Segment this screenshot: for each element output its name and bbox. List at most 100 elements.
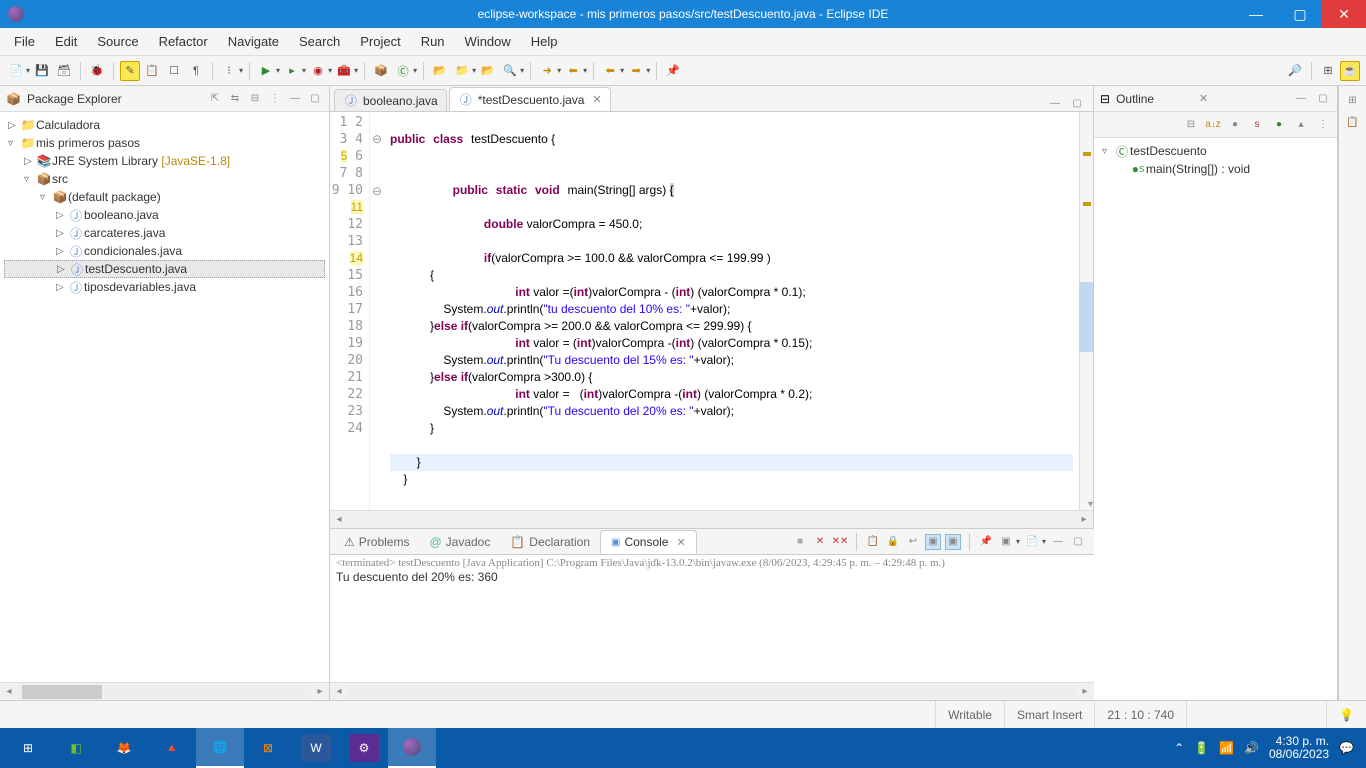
dropdown-icon[interactable]: ▾ bbox=[413, 66, 417, 75]
hide-nonpublic-button[interactable]: ● bbox=[1271, 117, 1287, 133]
tray-volume-icon[interactable]: 🔊 bbox=[1244, 741, 1259, 755]
taskbar-xampp[interactable]: ⊠ bbox=[244, 728, 292, 768]
outline-method-main[interactable]: ●Smain(String[]) : void bbox=[1098, 160, 1333, 178]
quick-access-button[interactable]: 🔎 bbox=[1285, 61, 1305, 81]
tree-file-tiposdevariables[interactable]: ▷Ⓙtiposdevariables.java bbox=[4, 278, 325, 296]
tree-default-package[interactable]: ▿📦(default package) bbox=[4, 188, 325, 206]
toggle-mark-button[interactable]: 📋 bbox=[142, 61, 162, 81]
pin-editor-button[interactable]: 📌 bbox=[663, 61, 683, 81]
forward-button[interactable]: ➡ bbox=[626, 61, 646, 81]
maximize-view-button[interactable]: ▢ bbox=[1315, 91, 1331, 107]
code-area[interactable]: public class testDescuento { public stat… bbox=[384, 112, 1079, 510]
open-console-button[interactable]: 📄 bbox=[1024, 534, 1040, 550]
taskbar-chrome[interactable]: 🌐 bbox=[196, 728, 244, 768]
pin-console-button[interactable]: 📌 bbox=[978, 534, 994, 550]
tray-wifi-icon[interactable]: 📶 bbox=[1219, 741, 1234, 755]
new-class-button[interactable]: Ⓒ bbox=[393, 61, 413, 81]
focus-button[interactable]: ⊟ bbox=[247, 91, 263, 107]
hide-static-button[interactable]: s bbox=[1249, 117, 1265, 133]
java-perspective-button[interactable]: ☕ bbox=[1340, 61, 1360, 81]
editor-body[interactable]: 1 2 3 4 5 6 7 8 9 10 11 12 13 14 15 16 1… bbox=[330, 112, 1093, 510]
open-perspective-button[interactable]: ⊞ bbox=[1318, 61, 1338, 81]
dropdown-icon[interactable]: ▾ bbox=[583, 66, 587, 75]
maximize-button[interactable]: ▢ bbox=[1278, 0, 1322, 28]
sort-button[interactable]: a↓z bbox=[1205, 117, 1221, 133]
focus-button[interactable]: ⊟ bbox=[1183, 117, 1199, 133]
tree-file-carcateres[interactable]: ▷Ⓙcarcateres.java bbox=[4, 224, 325, 242]
terminate-button[interactable]: ■ bbox=[792, 534, 808, 550]
editor-tab-testdescuento[interactable]: Ⓙ*testDescuento.java✕ bbox=[449, 87, 611, 111]
debug-button[interactable]: 🐞 bbox=[87, 61, 107, 81]
close-view-icon[interactable]: ✕ bbox=[1199, 92, 1208, 105]
taskbar-app-1[interactable]: ◧ bbox=[52, 728, 100, 768]
dropdown-icon[interactable]: ▾ bbox=[354, 66, 358, 75]
scroll-lock-button[interactable]: 🔒 bbox=[885, 534, 901, 550]
close-button[interactable]: ✕ bbox=[1322, 0, 1366, 28]
dropdown-icon[interactable]: ▾ bbox=[328, 66, 332, 75]
dropdown-icon[interactable]: ▾ bbox=[239, 66, 243, 75]
view-menu-button[interactable]: ⋮ bbox=[1315, 117, 1331, 133]
tree-project-primeros[interactable]: ▿📁mis primeros pasos bbox=[4, 134, 325, 152]
display-console-button[interactable]: ▣ bbox=[998, 534, 1014, 550]
dropdown-icon[interactable]: ▾ bbox=[557, 66, 561, 75]
tab-console[interactable]: ▣Console✕ bbox=[600, 530, 697, 554]
save-button[interactable]: 💾 bbox=[32, 61, 52, 81]
tree-file-condicionales[interactable]: ▷Ⓙcondicionales.java bbox=[4, 242, 325, 260]
close-tab-icon[interactable]: ✕ bbox=[592, 93, 601, 106]
clear-console-button[interactable]: 📋 bbox=[865, 534, 881, 550]
dropdown-icon[interactable]: ▾ bbox=[520, 66, 524, 75]
dropdown-icon[interactable]: ▾ bbox=[276, 66, 280, 75]
fold-column[interactable]: ⊖⊖ bbox=[370, 112, 384, 510]
tree-file-booleano[interactable]: ▷Ⓙbooleano.java bbox=[4, 206, 325, 224]
taskbar-firefox[interactable]: 🦊 bbox=[100, 728, 148, 768]
close-tab-icon[interactable]: ✕ bbox=[676, 536, 685, 549]
collapse-all-button[interactable]: ⇱ bbox=[207, 91, 223, 107]
view-menu-button[interactable]: ⋮ bbox=[267, 91, 283, 107]
maximize-view-button[interactable]: ▢ bbox=[307, 91, 323, 107]
hide-fields-button[interactable]: ● bbox=[1227, 117, 1243, 133]
minimize-view-button[interactable]: — bbox=[287, 91, 303, 107]
outline-class[interactable]: ▿ⒸtestDescuento bbox=[1098, 142, 1333, 160]
tree-project-calculadora[interactable]: ▷📁Calculadora bbox=[4, 116, 325, 134]
search-button[interactable]: 🔍 bbox=[500, 61, 520, 81]
show-standard-err-button[interactable]: ▣ bbox=[945, 534, 961, 550]
maximize-editor-button[interactable]: ▢ bbox=[1069, 95, 1085, 111]
dropdown-icon[interactable]: ▾ bbox=[26, 66, 30, 75]
tab-javadoc[interactable]: @Javadoc bbox=[419, 531, 500, 553]
restore-button[interactable]: ⊞ bbox=[1345, 92, 1361, 108]
open-type-button[interactable]: 📂 bbox=[430, 61, 450, 81]
menu-help[interactable]: Help bbox=[521, 30, 568, 53]
taskbar-vlc[interactable]: 🔺 bbox=[148, 728, 196, 768]
remove-launch-button[interactable]: ✕ bbox=[812, 534, 828, 550]
run-button[interactable]: ▶ bbox=[256, 61, 276, 81]
tree-file-testdescuento[interactable]: ▷ⒿtestDescuento.java bbox=[4, 260, 325, 278]
menu-project[interactable]: Project bbox=[350, 30, 410, 53]
show-whitespace-button[interactable]: ⁝ bbox=[219, 61, 239, 81]
tree-src-folder[interactable]: ▿📦src bbox=[4, 170, 325, 188]
menu-search[interactable]: Search bbox=[289, 30, 350, 53]
dropdown-icon[interactable]: ▾ bbox=[302, 66, 306, 75]
menu-source[interactable]: Source bbox=[87, 30, 148, 53]
dropdown-icon[interactable]: ▾ bbox=[1016, 537, 1020, 546]
show-standard-out-button[interactable]: ▣ bbox=[925, 534, 941, 550]
minimize-view-button[interactable]: — bbox=[1293, 91, 1309, 107]
maximize-console-button[interactable]: ▢ bbox=[1070, 534, 1086, 550]
save-all-button[interactable]: 🗃 bbox=[54, 61, 74, 81]
menu-run[interactable]: Run bbox=[411, 30, 455, 53]
editor-scrollbar[interactable]: ◂▸ bbox=[330, 510, 1093, 528]
dropdown-icon[interactable]: ▾ bbox=[472, 66, 476, 75]
overview-ruler[interactable]: ▾ bbox=[1079, 112, 1093, 510]
outline-tree[interactable]: ▿ⒸtestDescuento ●Smain(String[]) : void bbox=[1094, 138, 1337, 182]
taskbar-clock[interactable]: 4:30 p. m. 08/06/2023 bbox=[1269, 735, 1329, 761]
menu-refactor[interactable]: Refactor bbox=[149, 30, 218, 53]
external-tools-button[interactable]: 🧰 bbox=[334, 61, 354, 81]
menu-edit[interactable]: Edit bbox=[45, 30, 87, 53]
back-button[interactable]: ⬅ bbox=[600, 61, 620, 81]
taskbar-eclipse[interactable] bbox=[388, 728, 436, 768]
link-editor-button[interactable]: ⇆ bbox=[227, 91, 243, 107]
menu-navigate[interactable]: Navigate bbox=[218, 30, 289, 53]
run-last-button[interactable]: ◉ bbox=[308, 61, 328, 81]
next-annotation-button[interactable]: ➜ bbox=[537, 61, 557, 81]
console-body[interactable]: <terminated> testDescuento [Java Applica… bbox=[330, 555, 1094, 682]
tasks-button[interactable]: 📋 bbox=[1345, 114, 1361, 130]
